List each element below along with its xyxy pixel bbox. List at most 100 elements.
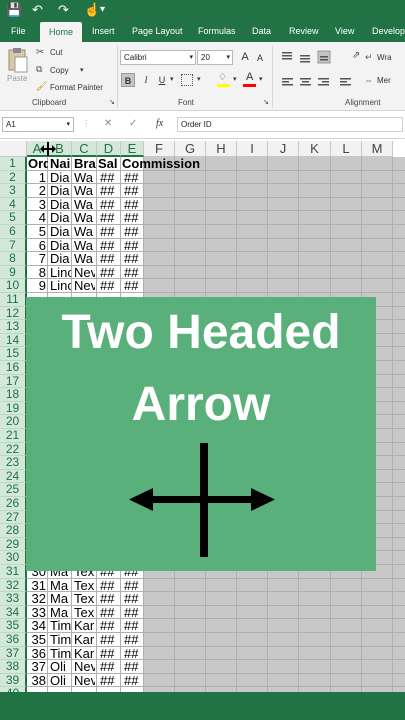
data-cell[interactable]: 4 — [27, 211, 46, 225]
data-cell[interactable]: Linc — [50, 279, 71, 293]
column-header-i[interactable]: I — [237, 141, 268, 157]
column-header-g[interactable]: G — [175, 141, 206, 157]
data-cell[interactable]: ## — [124, 633, 145, 647]
row-header[interactable]: 7 — [0, 238, 27, 253]
data-cell[interactable]: ## — [100, 633, 121, 647]
tab-page-layout[interactable]: Page Layout — [132, 20, 183, 42]
format-painter-button[interactable]: Format Painter — [50, 83, 103, 92]
row-header[interactable]: 2 — [0, 170, 27, 185]
chevron-down-icon[interactable]: ▾ — [259, 75, 263, 83]
merge-center-button[interactable]: Mer — [377, 76, 391, 85]
row-header[interactable]: 15 — [0, 347, 27, 361]
header-cell[interactable]: Ord — [28, 157, 48, 171]
data-cell[interactable]: ## — [124, 279, 145, 293]
data-cell[interactable]: Nev — [74, 674, 95, 688]
data-cell[interactable]: 35 — [27, 633, 46, 647]
data-cell[interactable]: Nev — [74, 660, 95, 674]
row-header[interactable]: 39 — [0, 673, 27, 688]
data-cell[interactable]: ## — [100, 606, 121, 620]
data-cell[interactable]: ## — [100, 266, 121, 280]
redo-icon[interactable]: ↷ — [58, 2, 69, 18]
tab-view[interactable]: View — [335, 20, 354, 42]
data-cell[interactable]: ## — [124, 592, 145, 606]
tab-developer[interactable]: Develop — [372, 20, 405, 42]
data-cell[interactable]: Nev — [74, 279, 95, 293]
italic-button[interactable]: I — [139, 73, 153, 87]
row-header[interactable]: 23 — [0, 456, 27, 470]
data-cell[interactable]: ## — [100, 619, 121, 633]
data-cell[interactable]: ## — [100, 647, 121, 661]
font-color-button[interactable]: A — [243, 71, 257, 88]
data-cell[interactable]: Wa — [74, 252, 95, 266]
tab-formulas[interactable]: Formulas — [198, 20, 236, 42]
data-cell[interactable]: Wa — [74, 171, 95, 185]
row-header[interactable]: 5 — [0, 211, 27, 225]
row-header[interactable]: 14 — [0, 333, 27, 348]
chevron-down-icon[interactable]: ▾ — [197, 75, 201, 83]
row-header[interactable]: 17 — [0, 374, 27, 389]
data-cell[interactable]: ## — [100, 171, 121, 185]
data-cell[interactable]: Tim — [50, 647, 71, 661]
row-header[interactable]: 13 — [0, 320, 27, 334]
cancel-icon[interactable]: ✕ — [104, 118, 112, 129]
row-header[interactable]: 21 — [0, 428, 27, 443]
font-name-box[interactable]: Calibri ▾ — [120, 50, 196, 65]
header-cell[interactable]: Sal — [98, 157, 120, 171]
row-header[interactable]: 8 — [0, 252, 27, 266]
data-cell[interactable]: Ma — [50, 592, 71, 606]
data-cell[interactable]: Dia — [50, 225, 71, 239]
enter-icon[interactable]: ✓ — [129, 118, 137, 129]
column-header-l[interactable]: L — [331, 141, 362, 157]
data-cell[interactable]: Tim — [50, 633, 71, 647]
orientation-icon[interactable]: ⇗ — [352, 50, 360, 61]
increase-font-button[interactable]: A — [238, 50, 252, 64]
data-cell[interactable]: ## — [124, 660, 145, 674]
data-cell[interactable]: 38 — [27, 674, 46, 688]
customize-toolbar-icon[interactable]: ▾ — [100, 2, 105, 18]
data-cell[interactable]: 2 — [27, 184, 46, 198]
data-cell[interactable]: 8 — [27, 266, 46, 280]
data-cell[interactable]: Dia — [50, 198, 71, 212]
data-cell[interactable]: Tex — [74, 606, 95, 620]
row-header[interactable]: 12 — [0, 306, 27, 321]
undo-icon[interactable]: ↶ — [32, 2, 43, 18]
formula-input[interactable]: Order ID — [177, 117, 403, 132]
data-cell[interactable]: ## — [124, 198, 145, 212]
row-header[interactable]: 32 — [0, 578, 27, 593]
data-cell[interactable]: Wa — [74, 225, 95, 239]
insert-function-button[interactable]: fx — [156, 118, 163, 129]
row-header[interactable]: 20 — [0, 415, 27, 429]
fill-color-button[interactable]: ♢ — [217, 72, 231, 88]
clipboard-launcher-icon[interactable]: ↘ — [109, 98, 115, 106]
data-cell[interactable]: ## — [124, 211, 145, 225]
data-cell[interactable]: ## — [100, 225, 121, 239]
data-cell[interactable]: Kar — [74, 633, 95, 647]
row-header[interactable]: 19 — [0, 401, 27, 416]
column-header-k[interactable]: K — [299, 141, 331, 157]
data-cell[interactable]: ## — [100, 252, 121, 266]
data-cell[interactable]: ## — [124, 674, 145, 688]
underline-button[interactable]: U — [155, 73, 169, 87]
data-cell[interactable]: 3 — [27, 198, 46, 212]
data-cell[interactable]: ## — [100, 239, 121, 253]
data-cell[interactable]: Linc — [50, 266, 71, 280]
row-header[interactable]: 28 — [0, 524, 27, 538]
data-cell[interactable]: ## — [100, 674, 121, 688]
font-launcher-icon[interactable]: ↘ — [263, 98, 269, 106]
data-cell[interactable]: Nev — [74, 266, 95, 280]
row-header[interactable]: 37 — [0, 646, 27, 661]
row-header[interactable]: 9 — [0, 265, 27, 280]
select-all-button[interactable] — [0, 141, 27, 157]
data-cell[interactable]: ## — [124, 266, 145, 280]
font-size-box[interactable]: 20 ▾ — [197, 50, 233, 65]
data-cell[interactable]: Wa — [74, 198, 95, 212]
chevron-down-icon[interactable]: ▾ — [170, 75, 174, 83]
data-cell[interactable]: ## — [124, 252, 145, 266]
data-cell[interactable]: 9 — [27, 279, 46, 293]
row-header[interactable]: 22 — [0, 442, 27, 457]
row-header[interactable]: 1 — [0, 156, 27, 171]
column-header-e[interactable]: E — [121, 141, 144, 157]
column-header-h[interactable]: H — [206, 141, 237, 157]
copy-dropdown-icon[interactable]: ▾ — [80, 66, 84, 74]
row-header[interactable]: 6 — [0, 224, 27, 239]
